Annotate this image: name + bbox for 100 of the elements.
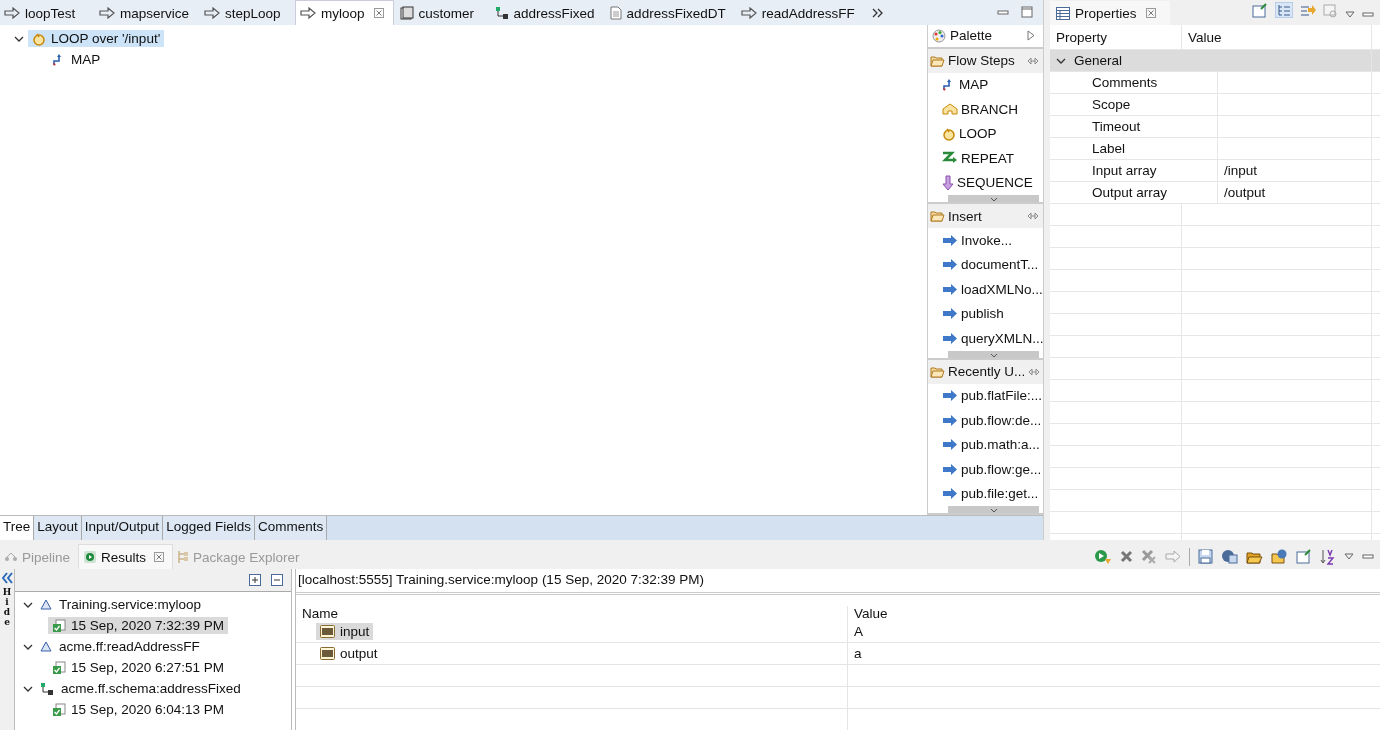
expand-icon[interactable]: [1027, 30, 1035, 42]
folder-icon[interactable]: [1246, 549, 1263, 564]
palette-item[interactable]: Invoke...: [928, 228, 1043, 253]
palette-item[interactable]: MAP: [928, 72, 1043, 97]
new-window-icon[interactable]: [1252, 3, 1268, 18]
hide-button[interactable]: Hide: [2, 588, 12, 628]
field-name[interactable]: output: [316, 645, 382, 662]
delete-icon[interactable]: [1120, 550, 1133, 563]
maximize-icon[interactable]: [1021, 6, 1033, 18]
view-menu-icon[interactable]: [1345, 11, 1355, 18]
property-name: Scope: [1092, 97, 1131, 112]
field-name[interactable]: input: [316, 623, 374, 640]
save-icon[interactable]: [1198, 549, 1213, 564]
arrow-icon: [300, 7, 317, 19]
property-name: Output array: [1092, 185, 1168, 200]
delete-all-icon[interactable]: [1141, 549, 1157, 564]
arrow-icon: [942, 234, 958, 246]
palette-item[interactable]: pub.file:get...: [928, 481, 1043, 506]
editor-tab[interactable]: readAddressFF: [736, 1, 864, 25]
tree-node[interactable]: acme.ff:readAddressFF: [59, 639, 200, 654]
close-icon[interactable]: [373, 8, 384, 18]
editor-tab[interactable]: customer: [395, 1, 489, 25]
palette-item[interactable]: REPEAT: [928, 146, 1043, 171]
close-icon[interactable]: [154, 552, 165, 562]
minimize-icon[interactable]: [997, 8, 1009, 18]
close-icon[interactable]: [1145, 8, 1156, 18]
collapse-icon[interactable]: [1, 572, 13, 584]
editor-view-tab[interactable]: Tree: [0, 516, 35, 540]
sequence-icon: [942, 174, 954, 191]
property-value[interactable]: /input: [1224, 163, 1258, 178]
arrow-icon: [942, 308, 958, 320]
editor-view-tab[interactable]: Logged Fields: [163, 516, 255, 540]
expanded-icon[interactable]: [14, 34, 24, 43]
view-tab[interactable]: Results: [78, 544, 174, 569]
editor-view-tab[interactable]: Layout: [34, 516, 82, 540]
expanded-icon[interactable]: [23, 684, 33, 693]
branch-icon: [942, 103, 958, 116]
palette-item[interactable]: pub.flatFile:...: [928, 383, 1043, 408]
expand-all-icon[interactable]: [249, 574, 261, 586]
palette-item[interactable]: loadXMLNo...: [928, 277, 1043, 302]
pin-icon[interactable]: [1028, 367, 1041, 376]
tree-node[interactable]: MAP: [48, 51, 105, 68]
palette-item[interactable]: pub.math:a...: [928, 432, 1043, 457]
run-icon[interactable]: [1094, 548, 1112, 565]
palette-drawer-header[interactable]: Flow Steps: [928, 48, 1043, 73]
property-value[interactable]: /output: [1224, 185, 1266, 200]
palette-item[interactable]: publish: [928, 301, 1043, 326]
tree-node[interactable]: LOOP over '/input': [28, 30, 165, 47]
column-header: Value: [1182, 25, 1372, 49]
palette-drawer-header[interactable]: Insert: [928, 204, 1043, 228]
editor-view-tab[interactable]: Comments: [254, 516, 328, 540]
arrow-icon: [942, 332, 958, 344]
arrow-icon: [942, 259, 958, 271]
pin-icon[interactable]: [1027, 56, 1039, 65]
package-icon: [177, 550, 190, 564]
tree-view-icon[interactable]: [1275, 2, 1293, 18]
pin-icon[interactable]: [1027, 212, 1039, 220]
field-value: A: [854, 624, 863, 639]
editor-tab[interactable]: loopTest: [0, 1, 93, 25]
palette-item[interactable]: BRANCH: [928, 97, 1043, 122]
palette-item[interactable]: LOOP: [928, 121, 1043, 146]
editor-view-tab[interactable]: Input/Output: [81, 516, 164, 540]
editor-tab[interactable]: mapservice: [95, 1, 199, 25]
filter-icon[interactable]: [1300, 4, 1316, 18]
palette-drawer-header[interactable]: Recently U...: [928, 359, 1043, 384]
sort-icon[interactable]: [1320, 548, 1336, 565]
editor-tab[interactable]: addressFixedDT: [605, 1, 735, 25]
expanded-icon[interactable]: [23, 642, 33, 651]
palette-item[interactable]: pub.flow:de...: [928, 408, 1043, 433]
properties-tab[interactable]: Properties: [1050, 1, 1170, 25]
palette-item[interactable]: documentT...: [928, 252, 1043, 277]
tree-node[interactable]: acme.ff.schema:addressFixed: [61, 681, 241, 696]
minimize-icon[interactable]: [1362, 12, 1374, 18]
palette-item[interactable]: queryXMLN...: [928, 326, 1043, 351]
view-menu-icon[interactable]: [1344, 553, 1354, 560]
editor-tab[interactable]: myloop: [295, 0, 394, 25]
minimize-icon[interactable]: [1362, 553, 1374, 560]
editor-tab[interactable]: stepLoop: [200, 1, 294, 25]
property-name: Input array: [1092, 163, 1157, 178]
folder-icon: [930, 54, 945, 67]
palette-item[interactable]: pub.flow:ge...: [928, 457, 1043, 482]
new-window-icon[interactable]: [1296, 549, 1312, 564]
collapse-all-icon[interactable]: [271, 574, 283, 586]
property-name: Label: [1092, 141, 1126, 156]
arrow-icon: [942, 439, 958, 451]
document-icon: [399, 6, 414, 20]
result-entry[interactable]: 15 Sep, 2020 6:27:51 PM: [48, 659, 229, 676]
arrow-icon: [942, 463, 958, 475]
caret-icon: [989, 508, 998, 513]
arrow-icon: [942, 283, 958, 295]
result-icon: [52, 660, 66, 675]
expanded-icon[interactable]: [23, 600, 33, 609]
palette-item[interactable]: SEQUENCE: [928, 170, 1043, 195]
editor-tab[interactable]: addressFixed: [490, 1, 604, 25]
folder-icon: [930, 365, 945, 378]
result-entry[interactable]: 15 Sep, 2020 7:32:39 PM: [48, 617, 229, 634]
schema-icon: [494, 6, 509, 20]
tree-node[interactable]: Training.service:myloop: [59, 597, 202, 612]
result-entry[interactable]: 15 Sep, 2020 6:04:13 PM: [48, 701, 229, 718]
arrow-icon: [99, 7, 115, 19]
